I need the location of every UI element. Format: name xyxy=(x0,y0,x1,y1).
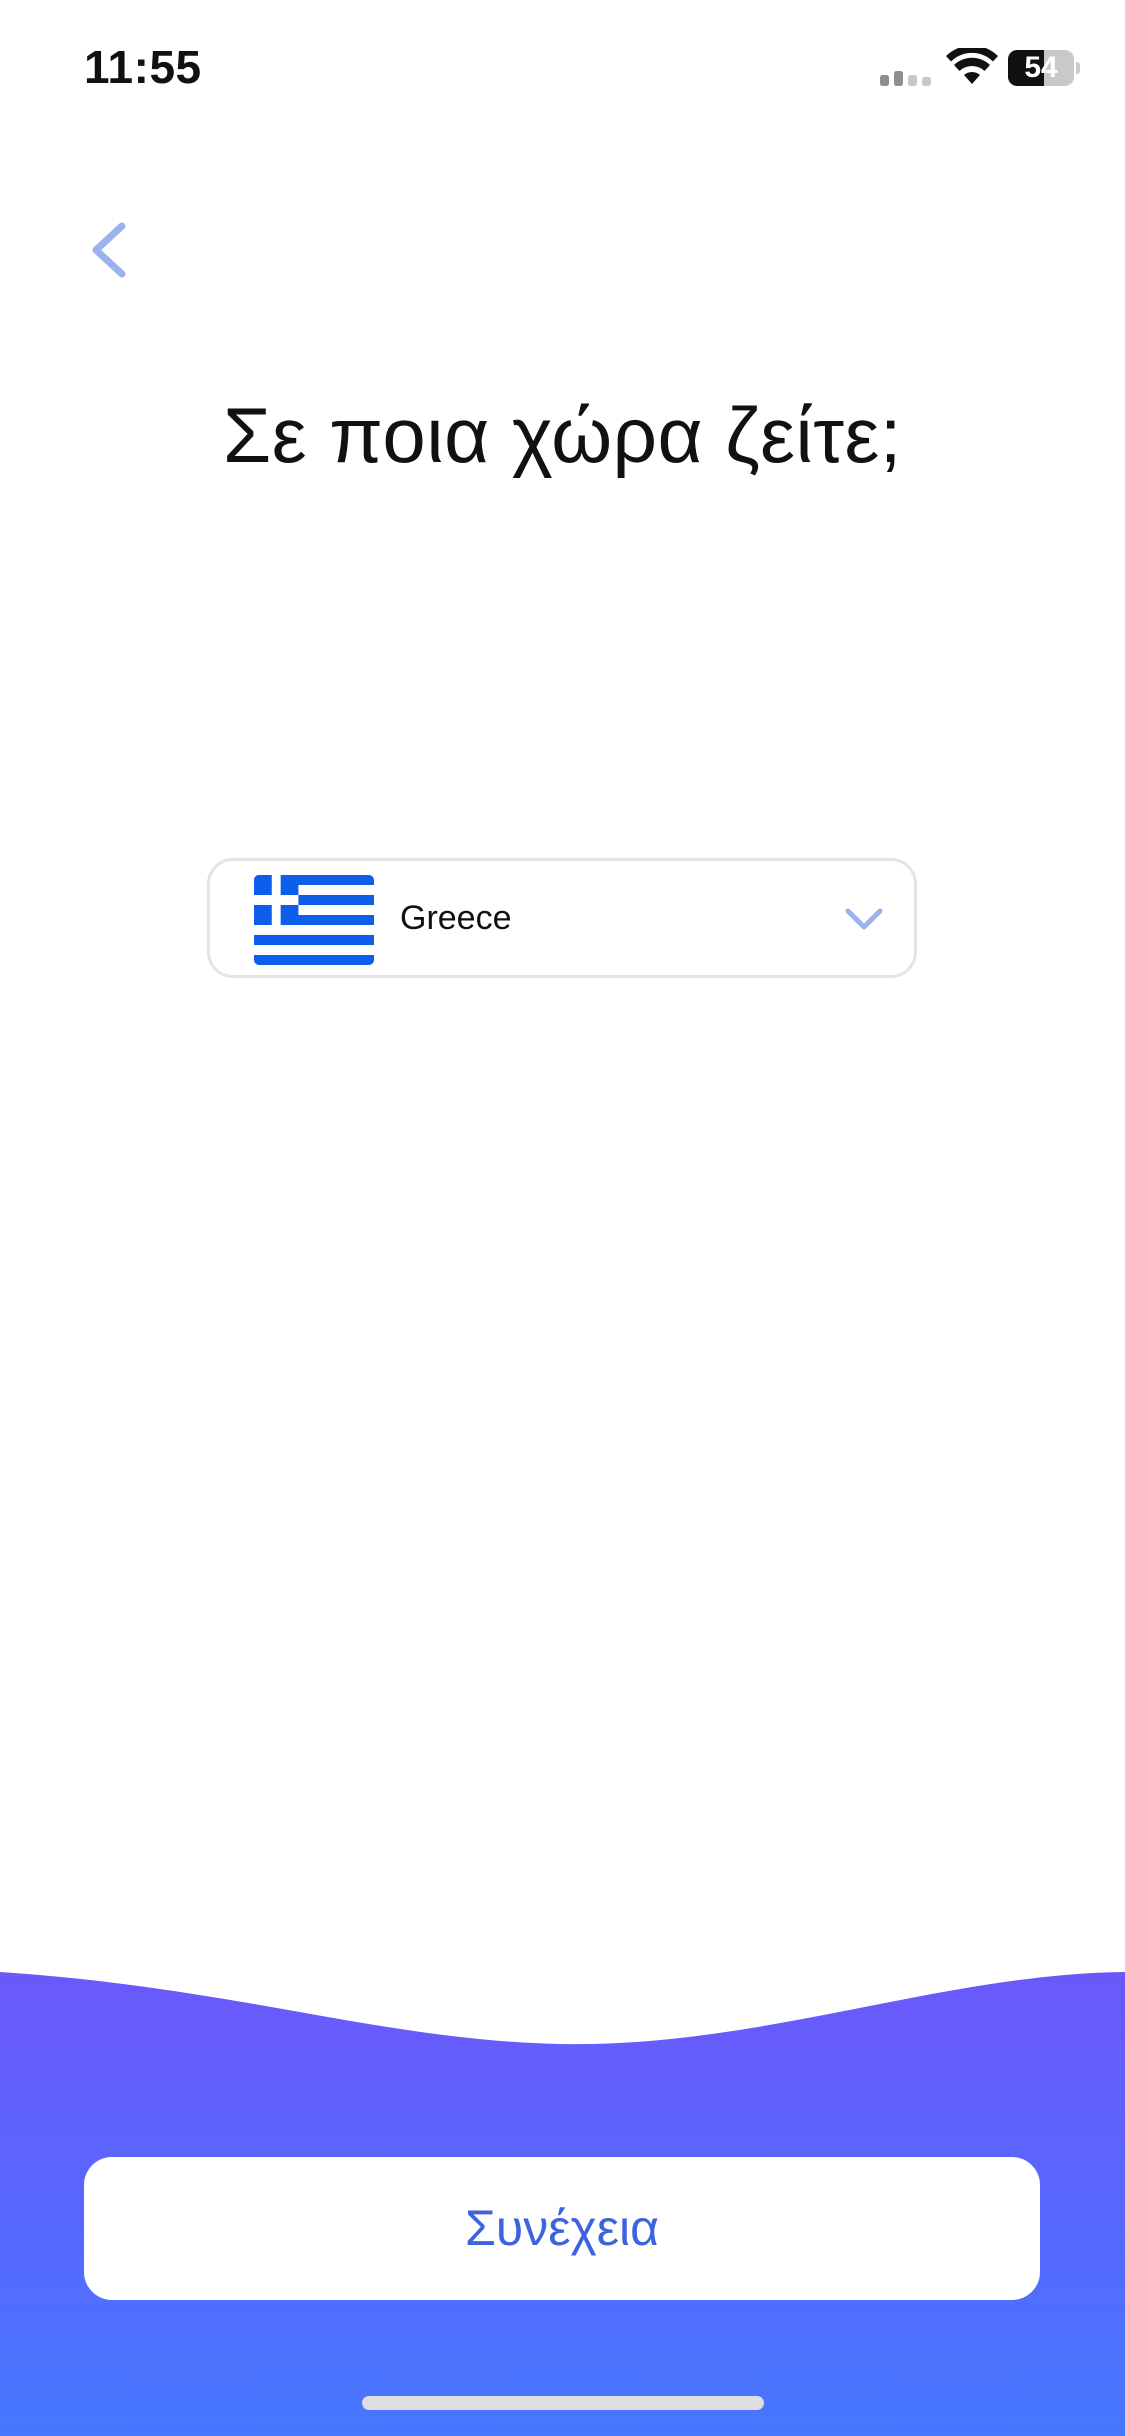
wifi-icon xyxy=(946,48,998,84)
battery-icon: 54 xyxy=(1008,50,1080,86)
selected-country: Greece xyxy=(400,899,512,937)
greece-flag-icon xyxy=(254,875,374,965)
country-selection-screen: 11:55 54 Σε ποια χώρα ζείτε; Greece Συνέ… xyxy=(0,0,1125,2436)
continue-button[interactable]: Συνέχεια xyxy=(84,2157,1040,2300)
back-button[interactable] xyxy=(76,210,146,290)
chevron-left-icon xyxy=(92,222,126,278)
chevron-down-icon xyxy=(845,908,883,930)
page-title: Σε ποια χώρα ζείτε; xyxy=(223,391,902,479)
battery-level: 54 xyxy=(1024,51,1058,84)
country-select[interactable]: Greece xyxy=(207,858,917,978)
cellular-signal-icon xyxy=(880,71,931,86)
status-bar: 11:55 54 xyxy=(0,0,1125,140)
home-indicator xyxy=(362,2396,764,2410)
status-time: 11:55 xyxy=(84,41,202,93)
